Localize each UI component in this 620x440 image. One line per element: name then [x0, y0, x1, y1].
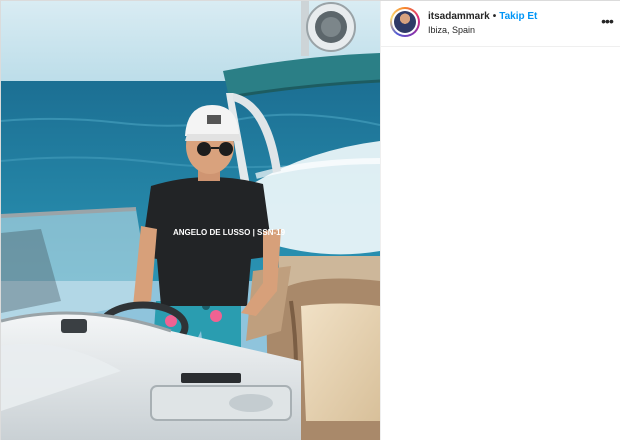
avatar-ring: [392, 9, 418, 35]
boat-photo: ANGELO DE LUSSO | SSN-19: [1, 1, 380, 440]
post-photo[interactable]: ANGELO DE LUSSO | SSN-19: [1, 1, 380, 440]
instagram-post: ANGELO DE LUSSO | SSN-19 itsadammark • Tak…: [0, 0, 620, 440]
avatar[interactable]: [390, 7, 420, 37]
shirt-print-text: ANGELO DE LUSSO | SSN-19: [173, 228, 286, 237]
location-link[interactable]: Ibiza, Spain: [428, 24, 475, 36]
user-line: itsadammark • Takip Et: [428, 10, 537, 23]
post-side-panel: itsadammark • Takip Et Ibiza, Spain •••: [380, 1, 620, 440]
follow-button[interactable]: Takip Et: [499, 11, 537, 22]
post-header: itsadammark • Takip Et Ibiza, Spain •••: [381, 1, 620, 47]
username-link[interactable]: itsadammark: [428, 11, 490, 22]
separator-dot: •: [492, 11, 497, 22]
more-horizontal-icon[interactable]: •••: [598, 13, 616, 29]
avatar-image: [394, 11, 416, 33]
